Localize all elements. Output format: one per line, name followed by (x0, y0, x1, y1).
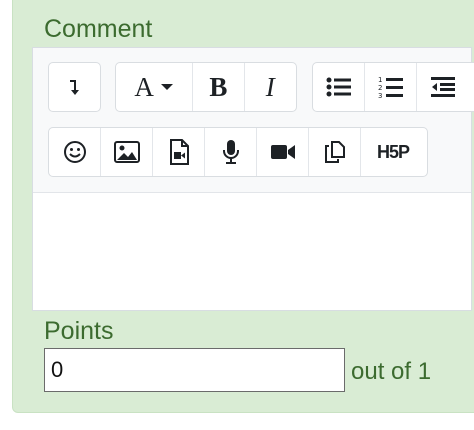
record-audio-button[interactable] (205, 128, 257, 176)
svg-text:1: 1 (378, 76, 382, 84)
italic-button[interactable]: I (245, 63, 296, 111)
ordered-list-button[interactable]: 1 2 3 (365, 63, 417, 111)
toolbar-group-insert: H5P (48, 127, 428, 177)
record-video-button[interactable] (257, 128, 309, 176)
arrow-down-icon (67, 77, 83, 97)
outdent-button[interactable] (417, 63, 469, 111)
emoji-button[interactable] (49, 128, 101, 176)
points-input[interactable] (44, 348, 345, 392)
toolbar-group-direction (48, 62, 101, 112)
outdent-icon (430, 76, 456, 98)
manage-files-button[interactable] (309, 128, 361, 176)
media-button[interactable] (153, 128, 205, 176)
numbered-list-icon: 1 2 3 (378, 75, 404, 99)
bullet-list-icon (326, 76, 352, 98)
smiley-icon (63, 140, 87, 164)
svg-text:2: 2 (378, 84, 382, 92)
unordered-list-button[interactable] (313, 63, 365, 111)
comment-label: Comment (44, 15, 153, 43)
copy-files-icon (323, 140, 347, 164)
points-label: Points (44, 317, 114, 345)
media-file-icon (169, 139, 189, 165)
editor-content-area[interactable] (33, 193, 471, 310)
toolbar-group-lists: 1 2 3 (312, 62, 474, 112)
toolbar-group-style: A B I (115, 62, 297, 112)
image-icon (113, 141, 140, 163)
font-style-button[interactable]: A (116, 63, 194, 111)
bold-button[interactable]: B (193, 63, 245, 111)
text-direction-button[interactable] (49, 63, 100, 111)
editor-toolbar: A B I 1 2 3 H5P (33, 48, 474, 193)
h5p-icon: H5P (376, 141, 410, 162)
out-of-text: out of 1 (351, 358, 432, 385)
h5p-button[interactable]: H5P (361, 128, 425, 176)
microphone-icon (222, 139, 240, 165)
video-camera-icon (270, 143, 296, 161)
italic-icon: I (265, 71, 275, 102)
font-dropdown-icon: A (134, 71, 154, 102)
image-button[interactable] (101, 128, 153, 176)
comment-editor[interactable]: A B I 1 2 3 H5P (32, 47, 474, 311)
svg-text:3: 3 (378, 92, 382, 99)
bold-icon: B (209, 71, 228, 102)
